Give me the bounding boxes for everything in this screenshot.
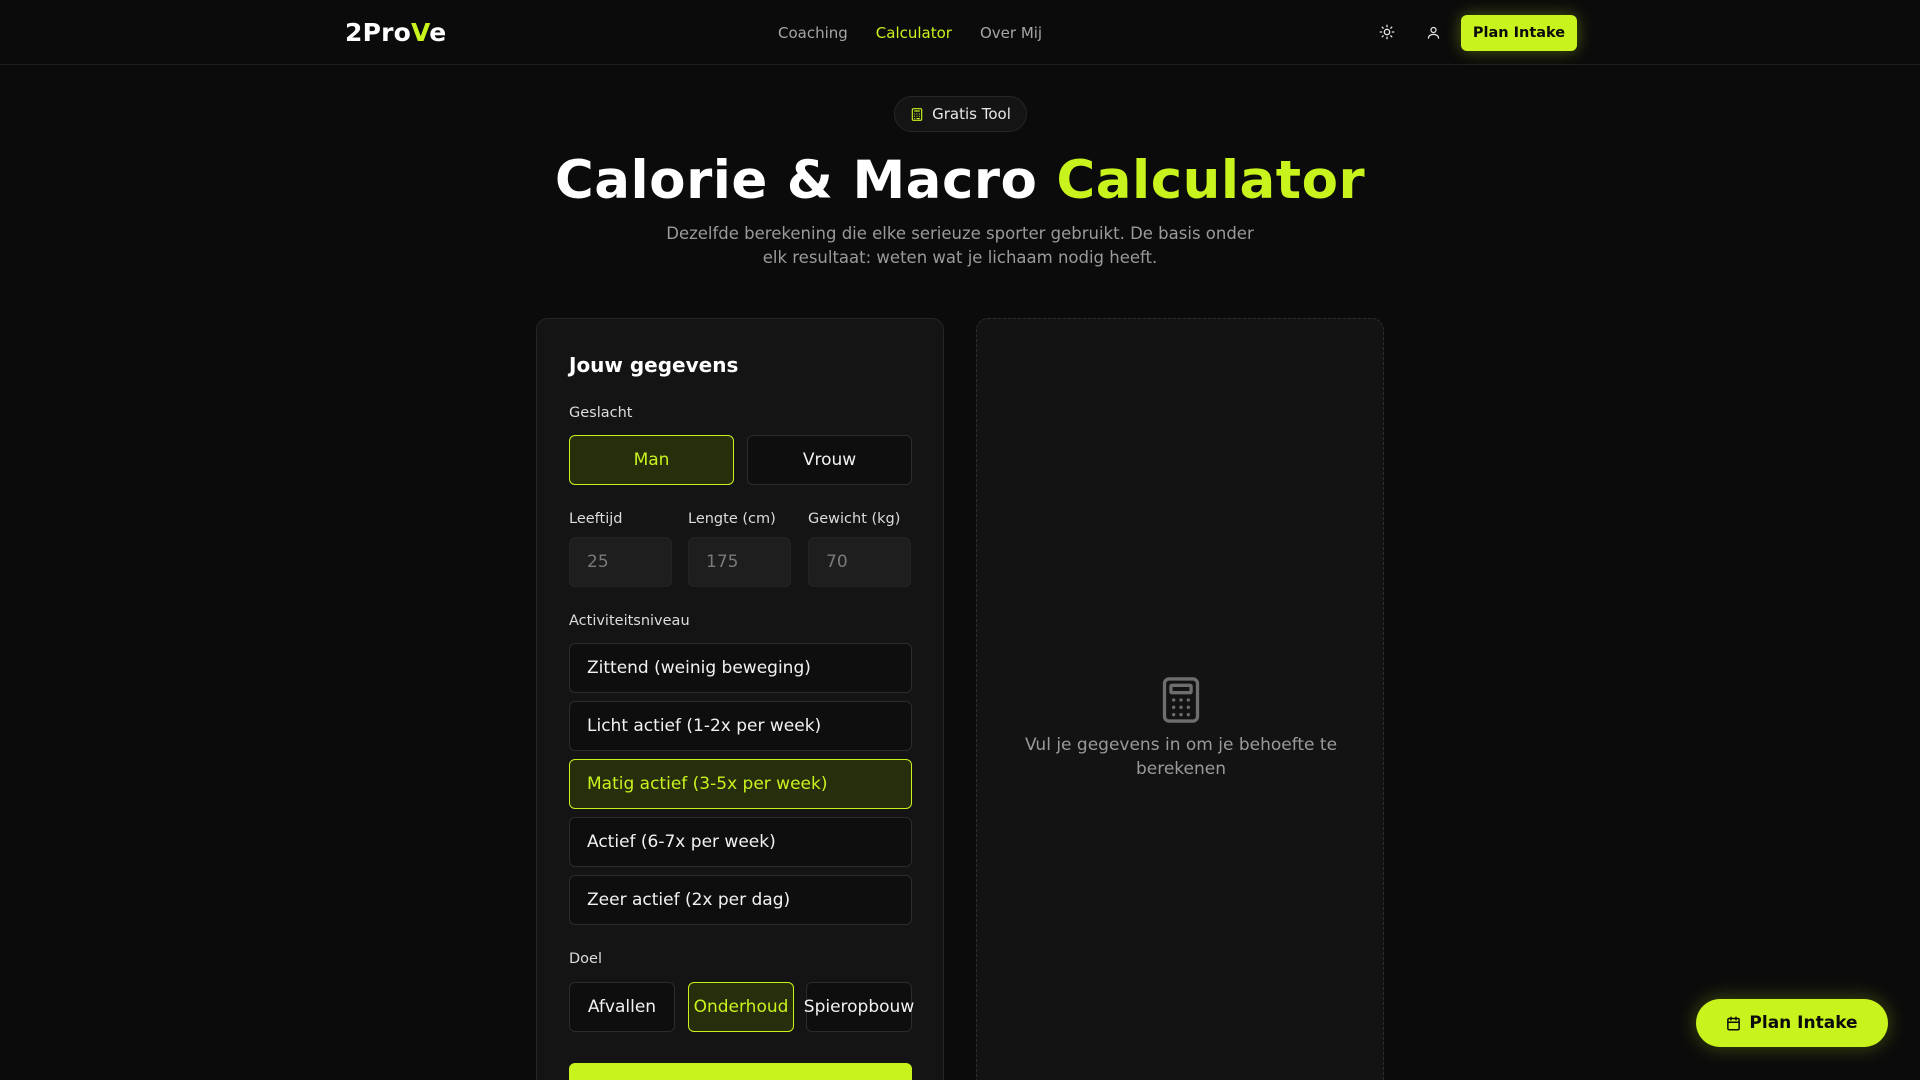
activity-label: Activiteitsniveau: [569, 613, 690, 629]
logo[interactable]: 2ProVe: [345, 18, 446, 47]
logo-accent: V: [411, 18, 430, 47]
activity-option-zeer-actief[interactable]: Zeer actief (2x per dag): [569, 875, 912, 925]
goal-afvallen-button[interactable]: Afvallen: [569, 982, 675, 1032]
fab-label: Plan Intake: [1749, 1013, 1858, 1033]
calculate-button[interactable]: [569, 1063, 912, 1080]
nav-link-coaching[interactable]: Coaching: [778, 24, 848, 42]
logo-suffix: e: [429, 18, 447, 47]
calculator-icon: [911, 107, 923, 121]
empty-state: Vul je gegevens in om je behoefte te ber…: [977, 675, 1385, 781]
goal-onderhoud-button[interactable]: Onderhoud: [688, 982, 794, 1032]
height-label: Lengte (cm): [688, 511, 776, 527]
sun-icon[interactable]: [1377, 22, 1397, 42]
title-main: Calorie & Macro: [554, 150, 1057, 211]
page-title: Calorie & Macro Calculator: [0, 150, 1920, 211]
height-input[interactable]: [688, 537, 791, 587]
gratis-tool-badge: Gratis Tool: [894, 96, 1027, 132]
activity-option-zittend[interactable]: Zittend (weinig beweging): [569, 643, 912, 693]
badge-label: Gratis Tool: [932, 105, 1011, 123]
top-navbar: 2ProVe Coaching Calculator Over Mij Plan…: [0, 0, 1920, 65]
weight-input[interactable]: [808, 537, 911, 587]
plan-intake-button[interactable]: Plan Intake: [1461, 15, 1577, 51]
logo-prefix: 2Pro: [345, 18, 412, 47]
page-subtitle: Dezelfde berekening die elke serieuze sp…: [666, 224, 1254, 267]
goal-label: Doel: [569, 951, 602, 967]
nav-links: Coaching Calculator Over Mij: [778, 24, 1042, 42]
user-icon[interactable]: [1423, 22, 1443, 42]
goal-spieropbouw-button[interactable]: Spieropbouw: [804, 982, 914, 1032]
nav-link-calculator[interactable]: Calculator: [876, 24, 952, 42]
empty-state-text: Vul je gegevens in om je behoefte te ber…: [1024, 735, 1338, 779]
activity-option-matig-actief[interactable]: Matig actief (3-5x per week): [569, 759, 912, 809]
age-label: Leeftijd: [569, 511, 623, 527]
calendar-icon: [1727, 1016, 1741, 1030]
activity-option-licht-actief[interactable]: Licht actief (1-2x per week): [569, 701, 912, 751]
input-card: Jouw gegevens Geslacht Man Vrouw Leeftij…: [536, 318, 944, 1080]
activity-option-actief[interactable]: Actief (6-7x per week): [569, 817, 912, 867]
gender-vrouw-button[interactable]: Vrouw: [747, 435, 912, 485]
form-title: Jouw gegevens: [569, 353, 739, 377]
gender-label: Geslacht: [569, 405, 633, 421]
gender-man-button[interactable]: Man: [569, 435, 734, 485]
nav-link-over-mij[interactable]: Over Mij: [980, 24, 1042, 42]
calculator-icon: [1162, 677, 1200, 723]
floating-plan-intake-button[interactable]: Plan Intake: [1696, 999, 1888, 1047]
age-input[interactable]: [569, 537, 672, 587]
title-accent: Calculator: [1056, 150, 1366, 211]
result-card: Vul je gegevens in om je behoefte te ber…: [976, 318, 1384, 1080]
weight-label: Gewicht (kg): [808, 511, 901, 527]
